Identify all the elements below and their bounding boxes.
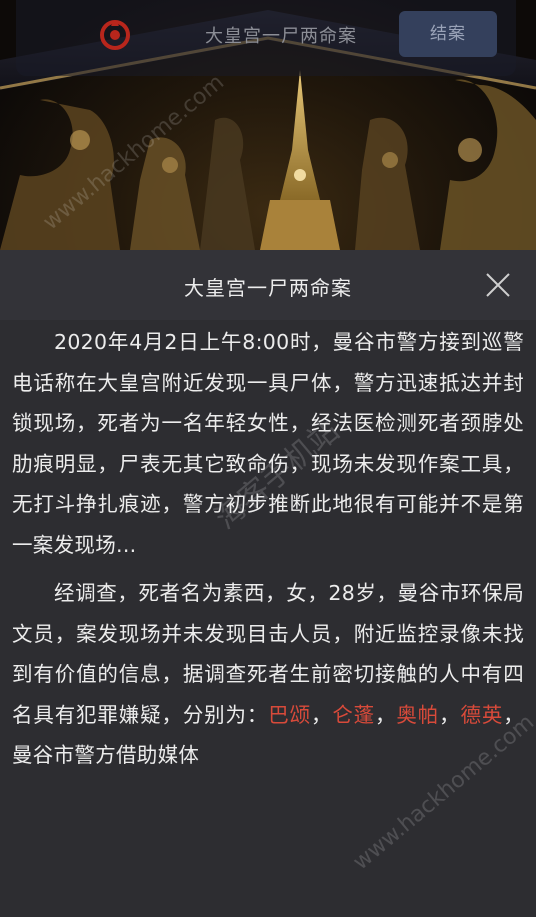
case-detail-dialog: 大皇宫一尸两命案 2020年4月2日上午8:00时，曼谷市警方接到巡警电话称在大…: [0, 250, 536, 917]
separator: ，: [375, 702, 397, 727]
suspect-name[interactable]: 奥帕: [396, 703, 439, 727]
close-case-button[interactable]: 结案: [399, 11, 497, 57]
separator: ，: [439, 702, 461, 727]
dialog-body: 2020年4月2日上午8:00时，曼谷市警方接到巡警电话称在大皇宫附近发现一具尸…: [12, 322, 524, 784]
close-icon[interactable]: [484, 271, 512, 299]
game-logo-icon: [100, 20, 130, 50]
separator: ，: [310, 702, 333, 727]
dialog-title: 大皇宫一尸两命案: [184, 276, 352, 300]
game-screen: 大皇宫一尸两命案 结案 大皇宫一尸两命案 2020年4月2日上午8:00时，曼谷…: [0, 0, 536, 917]
case-title-label: 大皇宫一尸两命案: [205, 26, 357, 47]
suspect-name[interactable]: 巴颂: [268, 703, 311, 727]
dialog-header: 大皇宫一尸两命案: [0, 250, 536, 320]
case-paragraph-2: 经调查，死者名为素西，女，28岁，曼谷市环保局文员，案发现场并未发现目击人员，附…: [12, 573, 524, 776]
case-paragraph-1: 2020年4月2日上午8:00时，曼谷市警方接到巡警电话称在大皇宫附近发现一具尸…: [12, 330, 524, 557]
suspect-name[interactable]: 仑蓬: [332, 703, 375, 727]
suspect-name[interactable]: 德英: [460, 703, 503, 727]
top-bar: 大皇宫一尸两命案 结案: [16, 0, 516, 76]
